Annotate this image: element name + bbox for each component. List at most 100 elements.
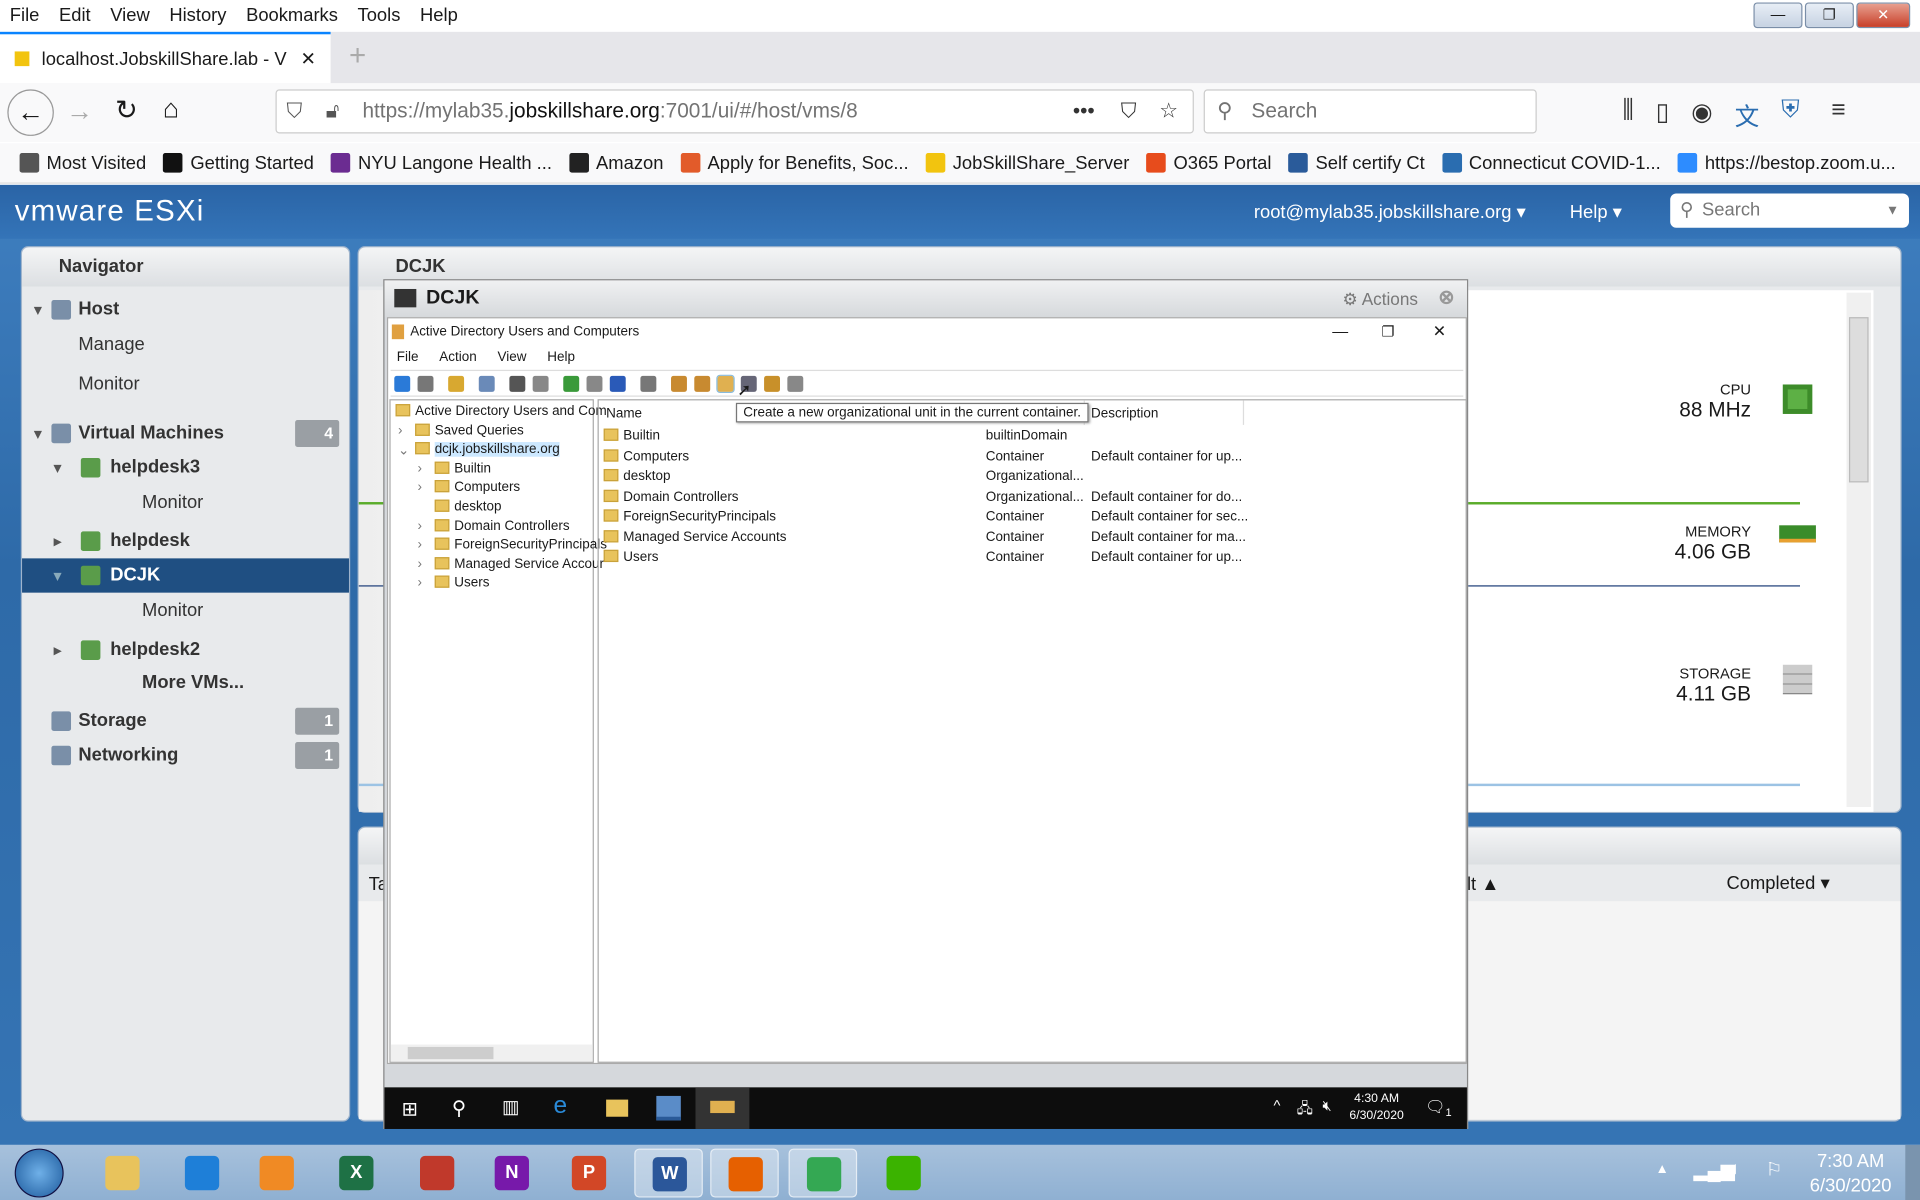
tree-node[interactable]: › ForeignSecurityPrincipals	[418, 537, 607, 552]
back-button[interactable]: ←	[7, 89, 54, 136]
tree-node[interactable]: › Computers	[418, 480, 520, 495]
forward-button[interactable]: →	[66, 96, 93, 128]
expand-arrow-icon[interactable]: ⌄	[398, 442, 409, 458]
nav-item-helpdesk3[interactable]: ▾ helpdesk3	[22, 451, 349, 485]
nav-item-dcjk[interactable]: ▾ DCJK	[22, 558, 349, 593]
taskbar-camtasia-icon[interactable]	[869, 1149, 938, 1198]
bookmark-item[interactable]: Self certify Ct	[1288, 152, 1425, 173]
bookmark-star-icon[interactable]: ☆	[1159, 99, 1178, 123]
nav-item-manage[interactable]: Manage	[22, 328, 349, 362]
expand-arrow-icon[interactable]: ▾	[34, 416, 41, 450]
tree-node[interactable]: › Saved Queries	[398, 423, 524, 438]
properties-icon[interactable]	[532, 375, 549, 392]
bookmark-item[interactable]: Getting Started	[163, 152, 314, 173]
list-row[interactable]: Computers Container Default container for …	[599, 448, 1456, 469]
hamburger-menu-icon[interactable]: ≡	[1831, 97, 1845, 133]
console-icon[interactable]	[640, 375, 657, 392]
taskbar-onenote-icon[interactable]: N	[478, 1149, 547, 1198]
bookmark-item[interactable]: Most Visited	[19, 152, 147, 173]
delete-icon[interactable]	[509, 375, 526, 392]
network-signal-icon[interactable]: ▂▄▆	[1693, 1160, 1734, 1182]
nav-item-helpdesk[interactable]: ▸ helpdesk	[22, 524, 349, 558]
menu-edit[interactable]: Edit	[49, 5, 100, 26]
list-row[interactable]: desktop Organizational...	[599, 468, 1456, 489]
esxi-search-input[interactable]: ⚲ Search ▼	[1670, 193, 1909, 228]
minimize-button[interactable]: —	[1753, 2, 1803, 29]
menu-history[interactable]: History	[160, 5, 237, 26]
expand-arrow-icon[interactable]: ▾	[34, 293, 41, 327]
reload-button[interactable]: ↻	[115, 94, 138, 126]
close-console-icon[interactable]: ⊗	[1438, 280, 1454, 317]
bookmark-item[interactable]: JobSkillShare_Server	[925, 152, 1129, 173]
sidebar-icon[interactable]: ▯	[1656, 97, 1669, 133]
tree-node[interactable]: desktop	[434, 499, 501, 514]
home-icon[interactable]: ⌂	[163, 93, 179, 125]
bookmark-item[interactable]: Amazon	[569, 152, 663, 173]
extension-shield-icon[interactable]: ⛨	[1781, 97, 1799, 133]
aduc-menu-file[interactable]: File	[397, 345, 419, 369]
taskbar-excel-icon[interactable]: X	[322, 1149, 391, 1198]
actions-button[interactable]: ⚙ Actions	[1343, 280, 1418, 317]
list-row[interactable]: Builtin builtinDomain	[599, 428, 1456, 449]
nav-item-host[interactable]: ▾ Host	[22, 293, 349, 327]
notification-icon[interactable]: 🗨︎1	[1425, 1097, 1451, 1119]
search-icon[interactable]: ⚲	[452, 1096, 466, 1120]
taskbar-explorer-icon[interactable]	[88, 1149, 157, 1198]
nav-item-networking[interactable]: Networking 1	[22, 738, 349, 772]
windows-start-button[interactable]	[14, 1148, 64, 1198]
nav-item-monitor[interactable]: Monitor	[22, 367, 349, 401]
pocket-icon[interactable]: ⛉	[1121, 99, 1137, 123]
menu-bookmarks[interactable]: Bookmarks	[236, 5, 347, 26]
windows-start-icon[interactable]: ⊞	[402, 1097, 418, 1121]
volume-icon[interactable]: 🔈︎	[1730, 1158, 1741, 1179]
close-button[interactable]: ✕	[1856, 2, 1911, 29]
taskbar-firefox-icon[interactable]	[710, 1148, 779, 1198]
menu-tools[interactable]: Tools	[348, 5, 410, 26]
tree-node[interactable]: › Domain Controllers	[418, 518, 570, 533]
column-header-description[interactable]: Description	[1091, 407, 1158, 422]
show-desktop-button[interactable]	[1905, 1144, 1920, 1200]
tree-node[interactable]: Active Directory Users and Com	[395, 404, 607, 419]
column-divider[interactable]	[1242, 400, 1245, 425]
completed-column-header[interactable]: Completed ▾	[1727, 872, 1830, 894]
expand-arrow-icon[interactable]: ›	[418, 461, 422, 476]
export-icon[interactable]	[586, 375, 603, 392]
tray-chevron-icon[interactable]: ^	[1273, 1097, 1280, 1114]
tree-node[interactable]: ⌄ dcjk.jobskillshare.org	[398, 442, 560, 458]
nav-item-monitor[interactable]: Monitor	[22, 594, 349, 628]
new-group-icon[interactable]	[694, 375, 711, 392]
bookmark-item[interactable]: Apply for Benefits, Soc...	[680, 152, 909, 173]
chevron-down-icon[interactable]: ▼	[1886, 193, 1899, 227]
tree-node[interactable]: › Builtin	[418, 461, 491, 476]
new-tab-button[interactable]: +	[349, 39, 366, 73]
up-icon[interactable]	[448, 375, 465, 392]
library-icon[interactable]: ⫼	[1622, 97, 1633, 133]
menu-view[interactable]: View	[100, 5, 159, 26]
taskbar-chrome-icon[interactable]	[788, 1148, 858, 1198]
aduc-minimize-button[interactable]: —	[1332, 318, 1348, 345]
aduc-menu-help[interactable]: Help	[547, 345, 575, 369]
expand-arrow-icon[interactable]: ▸	[54, 633, 61, 667]
refresh-icon[interactable]	[563, 375, 580, 392]
edge-icon[interactable]: e	[553, 1092, 567, 1120]
menu-file[interactable]: File	[0, 5, 49, 26]
host-clock[interactable]: 7:30 AM 6/30/2020	[1810, 1150, 1892, 1199]
expand-arrow-icon[interactable]: ›	[418, 557, 422, 572]
nav-item-virtual-machines[interactable]: ▾ Virtual Machines 4	[22, 416, 349, 450]
expand-arrow-icon[interactable]: ›	[418, 519, 422, 534]
aduc-restore-button[interactable]: ❐	[1382, 318, 1395, 345]
expand-arrow-icon[interactable]: ›	[398, 423, 402, 438]
guest-clock[interactable]: 4:30 AM 6/30/2020	[1349, 1091, 1403, 1125]
taskbar-powerpoint-icon[interactable]: P	[555, 1149, 624, 1198]
task-view-icon[interactable]: ▥	[502, 1096, 519, 1118]
tree-node[interactable]: › Managed Service Accour	[418, 556, 604, 572]
aduc-menu-action[interactable]: Action	[439, 345, 476, 369]
column-header-name[interactable]: Name	[606, 407, 642, 422]
translate-icon[interactable]: 文	[1735, 97, 1759, 133]
aduc-taskbar-icon[interactable]	[695, 1087, 750, 1129]
bookmark-item[interactable]: NYU Langone Health ...	[331, 152, 552, 173]
aduc-menu-view[interactable]: View	[498, 345, 527, 369]
tray-chevron-icon[interactable]: ▲	[1656, 1162, 1669, 1177]
browser-search-input[interactable]: ⚲ Search	[1203, 89, 1537, 134]
bookmark-item[interactable]: O365 Portal	[1146, 152, 1271, 173]
